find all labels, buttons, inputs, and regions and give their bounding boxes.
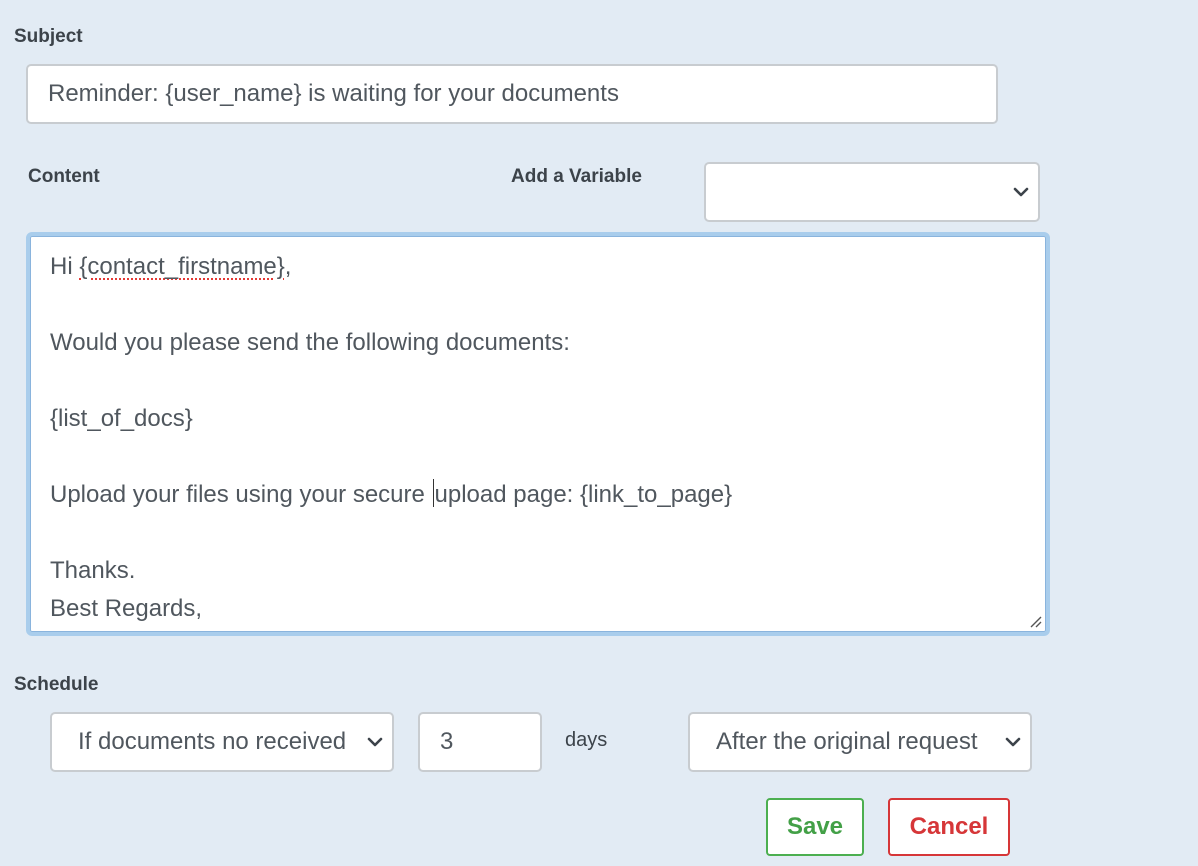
schedule-label: Schedule [14, 674, 99, 695]
content-label: Content [28, 166, 100, 187]
content-line-regards: Best Regards, [50, 595, 203, 622]
content-line-request: Would you please send the following docu… [50, 329, 570, 356]
content-line-docs: {list_of_docs} [50, 405, 193, 432]
subject-input[interactable]: Reminder: {user_name} is waiting for you… [26, 64, 998, 124]
schedule-reference-value: After the original request [716, 728, 978, 755]
content-line-thanks: Thanks. [50, 557, 136, 584]
content-line-greeting: Hi {contact_firstname}, [50, 253, 292, 280]
chevron-down-icon [1013, 187, 1029, 197]
text-caret [432, 479, 434, 507]
content-textarea[interactable]: Hi {contact_firstname}, Would you please… [26, 232, 1050, 636]
schedule-condition-select[interactable]: If documents no received [50, 712, 394, 772]
schedule-reference-select[interactable]: After the original request [688, 712, 1032, 772]
days-label: days [565, 729, 608, 751]
chevron-down-icon [367, 737, 383, 747]
add-variable-label: Add a Variable [511, 166, 642, 187]
chevron-down-icon [1005, 737, 1021, 747]
misspelled-word: {contact_firstname} [79, 253, 285, 280]
schedule-days-input[interactable]: 3 [418, 712, 542, 772]
cancel-button[interactable]: Cancel [888, 798, 1010, 856]
subject-label: Subject [14, 26, 83, 47]
add-variable-select[interactable] [704, 162, 1040, 222]
resize-handle-icon[interactable] [1028, 614, 1042, 628]
save-button[interactable]: Save [766, 798, 864, 856]
schedule-days-value: 3 [440, 728, 454, 755]
subject-input-value: Reminder: {user_name} is waiting for you… [48, 80, 619, 107]
content-line-upload: Upload your files using your secure uplo… [50, 479, 733, 508]
schedule-condition-value: If documents no received [78, 728, 347, 755]
